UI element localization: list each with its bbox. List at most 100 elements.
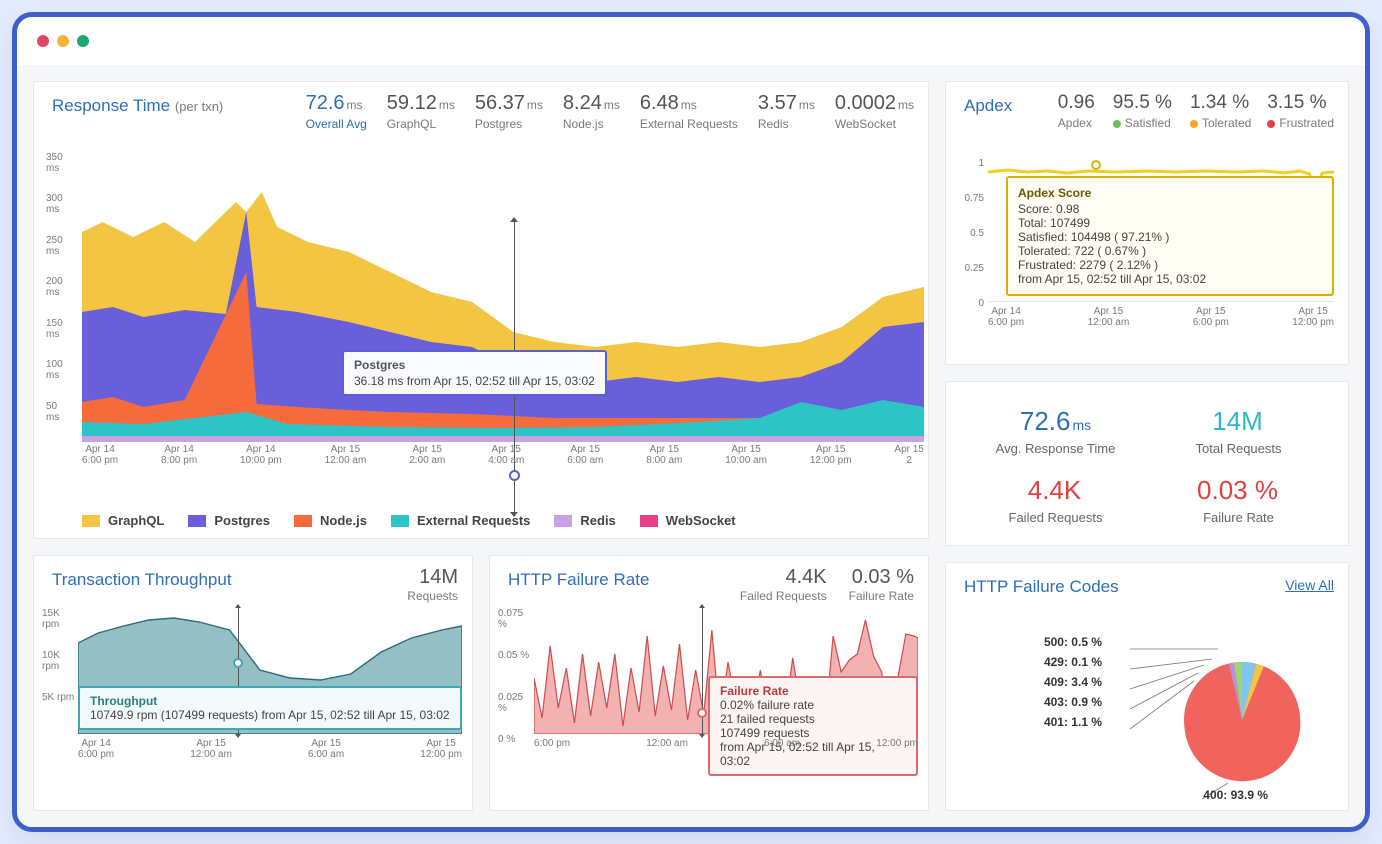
metric-value: 3.57ms: [758, 92, 815, 115]
response-x-axis: Apr 146:00 pmApr 148:00 pmApr 1410:00 pm…: [82, 444, 924, 466]
metric-value: 1.34 %: [1190, 92, 1251, 114]
legend-item[interactable]: GraphQL: [82, 513, 164, 528]
apdex-highlight-marker: [1091, 160, 1101, 170]
apdex-tooltip: Apdex Score Score: 0.98Total: 107499Sati…: [1006, 176, 1334, 296]
summary-cell: 14M Total Requests: [1147, 396, 1330, 466]
metric-label: Redis: [758, 117, 815, 131]
tooltip-body: 10749.9 rpm (107499 requests) from Apr 1…: [90, 708, 450, 722]
failure-highlight-marker: [697, 708, 707, 718]
metric: 56.37msPostgres: [475, 92, 543, 131]
apdex-y-axis: 10.750.50.250: [960, 162, 988, 302]
pie-slice-labels: 500: 0.5 %429: 0.1 %409: 3.4 %403: 0.9 %…: [982, 635, 1102, 735]
dashboard-canvas: Response Time (per txn) 72.6ms Overall Av…: [17, 65, 1365, 827]
failure-codes-panel: HTTP Failure Codes View All: [945, 562, 1349, 811]
metric: 3.15 % Frustrated: [1267, 92, 1334, 130]
throughput-header-metric: 14M Requests: [407, 566, 458, 603]
apdex-x-axis: Apr 146:00 pmApr 1512:00 amApr 156:00 pm…: [988, 306, 1334, 328]
summary-value: 0.03 %: [1197, 475, 1280, 506]
metric-value: 95.5 %: [1113, 92, 1174, 114]
maximize-icon[interactable]: [77, 35, 89, 47]
close-icon[interactable]: [37, 35, 49, 47]
pie-main-label: 400: 93.9 %: [1203, 788, 1268, 802]
apdex-metrics-row: 0.96 Apdex 95.5 % Satisfied 1.34 % Tolerated 3…: [1058, 92, 1334, 130]
metric-value: 3.15 %: [1267, 92, 1334, 114]
response-legend: GraphQL Postgres Node.js External Requests R…: [82, 513, 736, 528]
metric: 72.6ms Overall Avg: [306, 92, 367, 131]
metric-label: WebSocket: [835, 117, 914, 131]
failure-panel: HTTP Failure Rate 4.4KFailed Requests0.0…: [489, 555, 929, 811]
summary-cell: 72.6ms Avg. Response Time: [964, 396, 1147, 466]
legend-item[interactable]: Postgres: [188, 513, 270, 528]
window-controls-bar: [17, 17, 1365, 65]
response-time-chart[interactable]: [82, 152, 924, 442]
metric-value: 14M: [407, 566, 458, 589]
summary-label: Total Requests: [1196, 441, 1282, 456]
metric: 8.24ms Node.js: [563, 92, 620, 131]
metric-value: 59.12ms: [387, 92, 455, 115]
metric-label: GraphQL: [387, 117, 455, 131]
tooltip-title: Failure Rate: [720, 684, 906, 698]
throughput-x-axis: Apr 146:00 pmApr 1512:00 amApr 156:00 am…: [78, 738, 462, 760]
throughput-panel: Transaction Throughput 14M Requests 15K …: [33, 555, 473, 811]
metric-label: Satisfied: [1113, 116, 1174, 130]
summary-value: 72.6ms: [1020, 406, 1091, 437]
summary-label: Avg. Response Time: [996, 441, 1116, 456]
failure-x-axis: 6:00 pm12:00 am6:00 am12:00 pm: [534, 738, 918, 749]
metric-value: 6.48ms: [640, 92, 738, 115]
metric-value: 72.6ms: [306, 92, 367, 115]
metric: 0.96 Apdex: [1058, 92, 1097, 130]
metric-value: 0.96: [1058, 92, 1097, 114]
summary-panel: 72.6ms Avg. Response Time 14M Total Request…: [945, 381, 1349, 547]
metric-label: External Requests: [640, 117, 738, 131]
metric-value: 0.0002ms: [835, 92, 914, 115]
summary-cell: 4.4K Failed Requests: [964, 465, 1147, 535]
failure-tooltip: Failure Rate 0.02% failure rate21 failed…: [708, 676, 918, 776]
metric: 1.34 % Tolerated: [1190, 92, 1251, 130]
metric-label: Apdex: [1058, 116, 1097, 130]
metric-label: Node.js: [563, 117, 620, 131]
legend-item[interactable]: External Requests: [391, 513, 530, 528]
throughput-y-axis: 15K rpm10K rpm5K rpm: [42, 608, 78, 734]
title-subtext: (per txn): [175, 99, 223, 114]
tooltip-title: Throughput: [90, 694, 450, 708]
legend-item[interactable]: WebSocket: [640, 513, 736, 528]
failure-header-metrics: 4.4KFailed Requests 0.03 %Failure Rate: [740, 566, 914, 603]
summary-label: Failed Requests: [1009, 510, 1103, 525]
legend-item[interactable]: Redis: [554, 513, 615, 528]
tooltip-title: Postgres: [354, 358, 595, 372]
metric: 95.5 % Satisfied: [1113, 92, 1174, 130]
browser-frame: Response Time (per txn) 72.6ms Overall Av…: [12, 12, 1370, 832]
summary-grid: 72.6ms Avg. Response Time 14M Total Request…: [964, 396, 1330, 536]
title-text: Response Time: [52, 96, 170, 115]
summary-value: 4.4K: [1028, 475, 1084, 506]
failure-y-axis: 0.075 %0.05 %0.025 %0 %: [498, 608, 534, 734]
legend-item[interactable]: Node.js: [294, 513, 367, 528]
throughput-highlight-marker: [233, 658, 243, 668]
response-time-panel: Response Time (per txn) 72.6ms Overall Av…: [33, 81, 929, 539]
pie-chart[interactable]: 500: 0.5 %429: 0.1 %409: 3.4 %403: 0.9 %…: [946, 611, 1348, 802]
summary-label: Failure Rate: [1203, 510, 1274, 525]
metric-value: 8.24ms: [563, 92, 620, 115]
panel-title: Transaction Throughput: [52, 570, 454, 590]
metric: 59.12ms GraphQL: [387, 92, 455, 131]
metric-label: Requests: [407, 589, 458, 603]
response-highlight-marker: [509, 470, 520, 481]
tooltip-title: Apdex Score: [1018, 186, 1322, 200]
metric-label: Tolerated: [1190, 116, 1251, 130]
throughput-tooltip: Throughput 10749.9 rpm (107499 requests)…: [78, 686, 462, 730]
summary-cell: 0.03 % Failure Rate: [1147, 465, 1330, 535]
metric: 4.4KFailed Requests: [740, 566, 827, 603]
response-tooltip: Postgres 36.18 ms from Apr 15, 02:52 til…: [342, 350, 607, 396]
metric: 3.57ms Redis: [758, 92, 815, 131]
summary-value: 14M: [1212, 406, 1265, 437]
response-metrics-row: 72.6ms Overall Avg 59.12ms GraphQL 56.37msPo…: [306, 92, 914, 131]
metric-label: Postgres: [475, 117, 543, 131]
metric: 0.03 %Failure Rate: [849, 566, 914, 603]
tooltip-body: 36.18 ms from Apr 15, 02:52 till Apr 15,…: [354, 374, 595, 388]
tooltip-lines: 0.02% failure rate21 failed requests1074…: [720, 698, 906, 768]
view-all-link[interactable]: View All: [1285, 577, 1334, 593]
metric-label: Frustrated: [1267, 116, 1334, 130]
metric-label: Overall Avg: [306, 117, 367, 131]
minimize-icon[interactable]: [57, 35, 69, 47]
metric: 0.0002ms WebSocket: [835, 92, 914, 131]
